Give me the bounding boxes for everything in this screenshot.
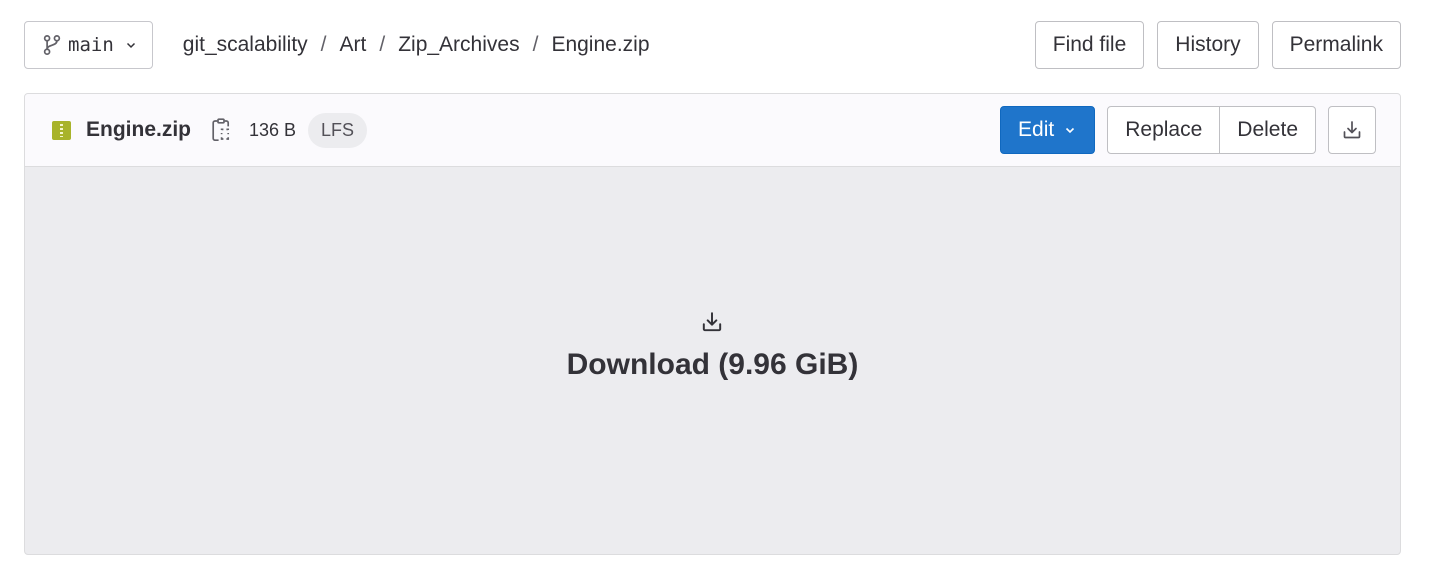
replace-button[interactable]: Replace — [1107, 106, 1221, 154]
breadcrumb-separator: / — [379, 33, 386, 56]
breadcrumb-item-project[interactable]: git_scalability — [183, 33, 308, 57]
file-actions: Edit Replace Delete — [1000, 106, 1376, 154]
edit-button[interactable]: Edit — [1000, 106, 1096, 154]
branch-selector[interactable]: main — [24, 21, 153, 69]
breadcrumb-item-file[interactable]: Engine.zip — [551, 33, 649, 57]
download-link[interactable]: Download (9.96 GiB) — [566, 310, 859, 382]
copy-path-icon[interactable] — [211, 118, 231, 142]
file-size: 136 B — [249, 119, 297, 140]
breadcrumb-item-zip-archives[interactable]: Zip_Archives — [398, 33, 519, 57]
breadcrumb-separator: / — [320, 33, 327, 56]
file-content: Download (9.96 GiB) — [25, 167, 1400, 554]
delete-button[interactable]: Delete — [1220, 106, 1316, 154]
download-icon — [1343, 121, 1361, 139]
edit-button-label: Edit — [1018, 118, 1055, 141]
chevron-down-icon — [1066, 127, 1075, 134]
branch-name: main — [68, 34, 114, 56]
lfs-badge: LFS — [308, 112, 368, 148]
download-label: Download (9.96 GiB) — [566, 348, 859, 381]
top-bar: main git_scalability / Art / Zip_Archive… — [24, 21, 1401, 69]
file-header: Engine.zip 136 B LFS Edit Replace Delete — [25, 94, 1400, 167]
breadcrumb: git_scalability / Art / Zip_Archives / E… — [183, 33, 650, 57]
file-name: Engine.zip — [86, 118, 191, 141]
download-icon — [703, 312, 722, 332]
history-button[interactable]: History — [1157, 21, 1259, 69]
file-viewer: Engine.zip 136 B LFS Edit Replace Delete — [24, 93, 1401, 555]
zip-file-icon — [52, 120, 71, 140]
top-actions: Find file History Permalink — [1034, 21, 1401, 69]
find-file-button[interactable]: Find file — [1034, 21, 1145, 69]
breadcrumb-item-art[interactable]: Art — [340, 33, 367, 57]
git-branch-icon — [43, 34, 61, 56]
replace-delete-group: Replace Delete — [1107, 106, 1316, 154]
chevron-down-icon — [126, 42, 135, 49]
permalink-button[interactable]: Permalink — [1271, 21, 1401, 69]
download-button[interactable] — [1328, 106, 1376, 154]
breadcrumb-separator: / — [532, 33, 539, 56]
